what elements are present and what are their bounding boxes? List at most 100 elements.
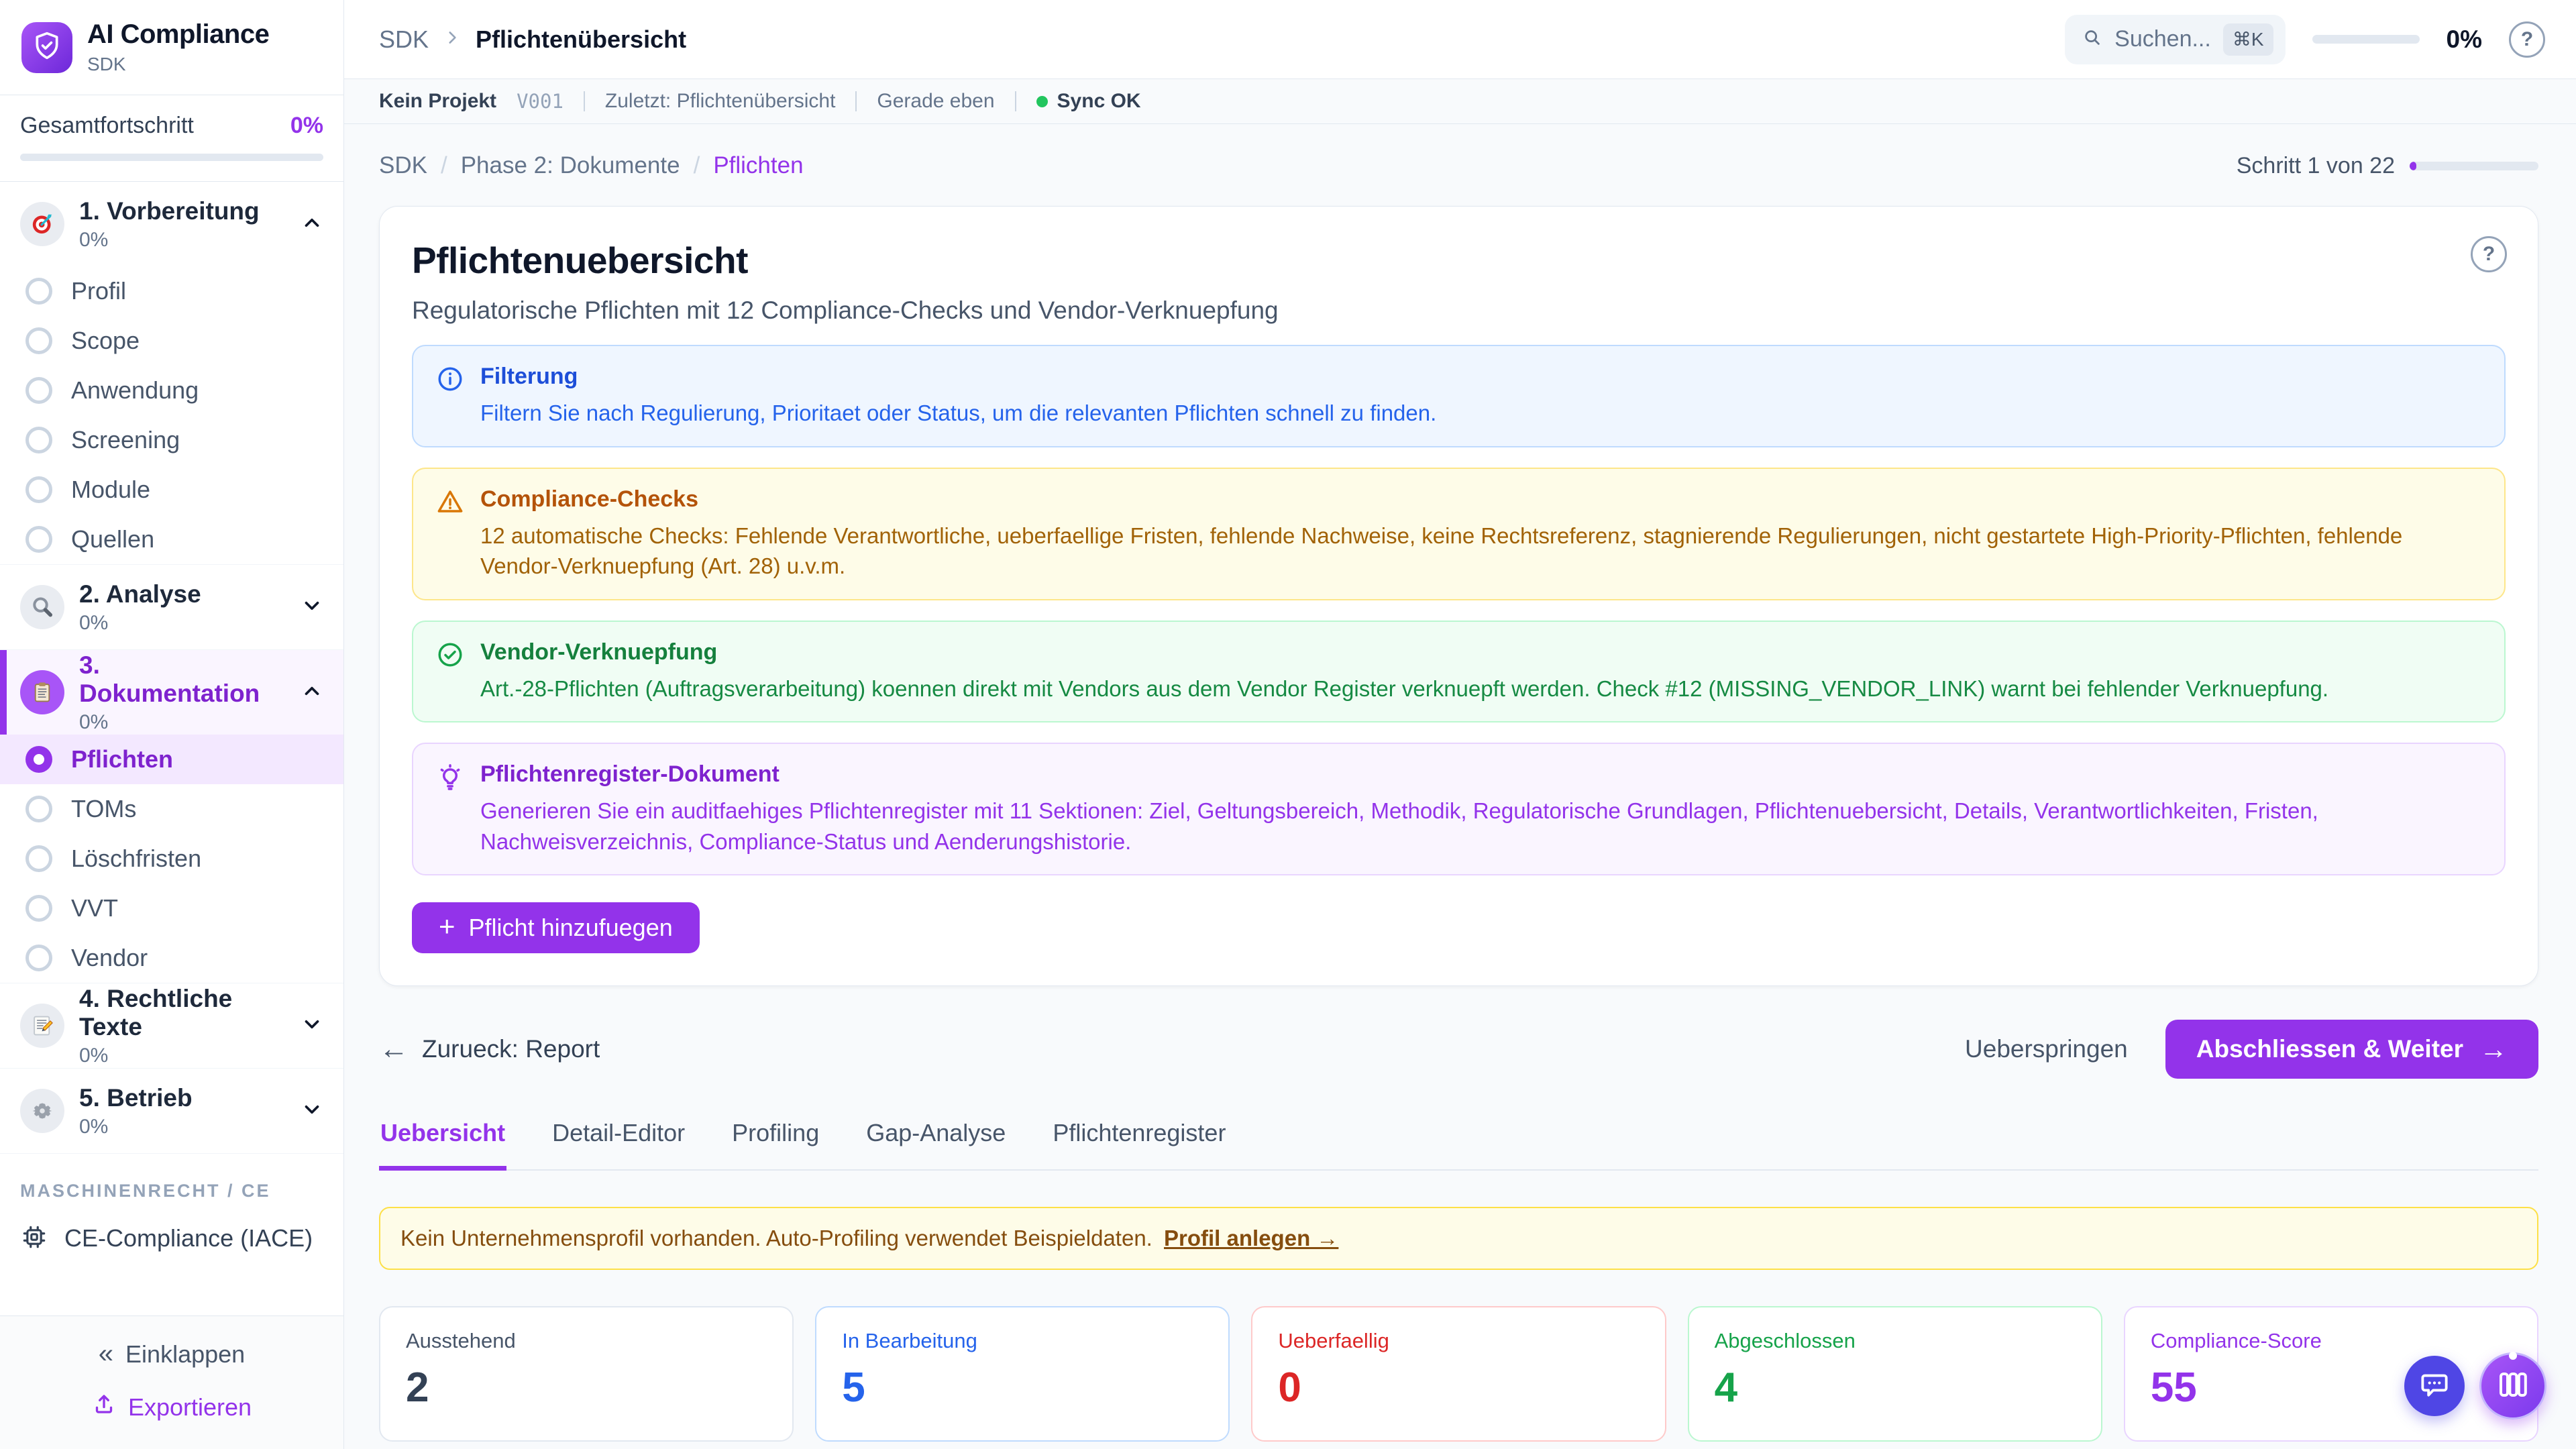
add-pflicht-button[interactable]: + Pflicht hinzufuegen <box>412 902 700 953</box>
memo-icon <box>20 1004 64 1048</box>
sidebar-item-pflichten[interactable]: Pflichten <box>0 735 343 784</box>
sync-label: Sync OK <box>1057 90 1141 113</box>
chevron-down-icon <box>301 1013 323 1039</box>
sidebar-section-analyse[interactable]: 2. Analyse 0% <box>0 565 343 649</box>
create-profile-link[interactable]: Profil anlegen → <box>1164 1226 1338 1250</box>
breadcrumb-root[interactable]: SDK <box>379 25 429 54</box>
section-pct: 0% <box>79 229 260 252</box>
card-help-icon[interactable]: ? <box>2471 236 2507 272</box>
tab-pflichtenregister[interactable]: Pflichtenregister <box>1051 1115 1227 1169</box>
sidebar: AI Compliance SDK Gesamtfortschritt 0% 1… <box>0 0 344 1449</box>
chat-bubble-icon <box>2419 1369 2450 1403</box>
radio-icon <box>25 796 52 822</box>
radio-icon <box>25 476 52 503</box>
plus-icon: + <box>439 910 455 943</box>
sidebar-item-profil[interactable]: Profil <box>0 266 343 316</box>
sidebar-group-label: MASCHINENRECHT / CE <box>0 1154 343 1212</box>
chevron-down-icon <box>301 1098 323 1124</box>
gear-icon <box>20 1089 64 1133</box>
sync-ok-dot <box>1036 96 1048 107</box>
upload-icon <box>92 1392 116 1422</box>
floating-buttons <box>2404 1352 2546 1419</box>
step-label: Schritt 1 von 22 <box>2237 153 2395 179</box>
section-title: 1. Vorbereitung <box>79 197 260 225</box>
shield-check-icon <box>32 31 62 64</box>
sidebar-item-screening[interactable]: Screening <box>0 415 343 465</box>
tab-detail-editor[interactable]: Detail-Editor <box>551 1115 686 1169</box>
radio-icon <box>25 427 52 453</box>
wizard-nav: ← Zurueck: Report Ueberspringen Abschlie… <box>379 1020 2538 1079</box>
app-title: AI Compliance <box>87 19 269 50</box>
main-area: SDK Pflichtenübersicht Suchen... ⌘K 0% ?… <box>344 0 2576 1449</box>
top-bar: SDK Pflichtenübersicht Suchen... ⌘K 0% ? <box>344 0 2576 79</box>
stat-cards: Ausstehend 2 In Bearbeitung 5 Ueberfaell… <box>379 1306 2538 1442</box>
tab-gap-analyse[interactable]: Gap-Analyse <box>865 1115 1007 1169</box>
arrow-right-icon: → <box>2479 1033 2508 1065</box>
collapse-sidebar-button[interactable]: « Einklappen <box>99 1339 245 1369</box>
sidebar-section-rechtliche-texte[interactable]: 4. Rechtliche Texte 0% <box>0 983 343 1068</box>
sidebar-item-anwendung[interactable]: Anwendung <box>0 366 343 415</box>
version-badge: V001 <box>517 90 564 113</box>
radio-icon <box>25 526 52 553</box>
chevron-up-icon <box>301 211 323 237</box>
info-icon <box>436 365 464 429</box>
stat-abgeschlossen: Abgeschlossen 4 <box>1688 1306 2102 1442</box>
section-title: 4. Rechtliche Texte <box>79 985 286 1041</box>
tab-uebersicht[interactable]: Uebersicht <box>379 1115 506 1171</box>
target-icon <box>20 202 64 246</box>
sidebar-item-vvt[interactable]: VVT <box>0 883 343 933</box>
radio-icon <box>25 845 52 872</box>
columns-icon <box>2497 1368 2529 1404</box>
breadcrumb-current: Pflichtenübersicht <box>476 25 686 54</box>
tab-bar: Uebersicht Detail-Editor Profiling Gap-A… <box>379 1115 2538 1171</box>
search-icon <box>2082 28 2102 51</box>
info-box-vendor-verknuepfung: Vendor-Verknuepfung Art.-28-Pflichten (A… <box>412 621 2506 723</box>
chevron-right-icon <box>443 29 461 50</box>
export-button[interactable]: Exportieren <box>92 1392 252 1422</box>
back-link[interactable]: ← Zurueck: Report <box>379 1032 600 1066</box>
crumb-phase[interactable]: Phase 2: Dokumente <box>461 152 680 179</box>
chat-fab-button[interactable] <box>2404 1356 2465 1416</box>
divider <box>584 91 585 111</box>
top-progress-value: 0% <box>2447 25 2482 54</box>
crumb-sdk[interactable]: SDK <box>379 152 427 179</box>
radio-icon <box>25 945 52 971</box>
overall-progress-value: 0% <box>290 113 323 139</box>
sidebar-section-betrieb[interactable]: 5. Betrieb 0% <box>0 1069 343 1153</box>
step-indicator: Schritt 1 von 22 <box>2237 153 2538 179</box>
sidebar-item-loeschfristen[interactable]: Löschfristen <box>0 834 343 883</box>
tab-profiling[interactable]: Profiling <box>731 1115 820 1169</box>
double-chevron-left-icon: « <box>99 1339 113 1369</box>
search-input[interactable]: Suchen... ⌘K <box>2065 15 2285 64</box>
sync-status: Sync OK <box>1036 90 1141 113</box>
finish-next-button[interactable]: Abschliessen & Weiter → <box>2165 1020 2538 1079</box>
help-icon[interactable]: ? <box>2509 21 2545 58</box>
section-title: 5. Betrieb <box>79 1084 193 1112</box>
last-visited: Zuletzt: Pflichtenübersicht <box>605 90 836 113</box>
sidebar-item-scope[interactable]: Scope <box>0 316 343 366</box>
app-logo <box>21 22 72 73</box>
step-progress-bar <box>2410 162 2538 170</box>
section-pct: 0% <box>79 612 201 635</box>
columns-fab-button[interactable] <box>2479 1352 2546 1419</box>
sidebar-item-toms[interactable]: TOMs <box>0 784 343 834</box>
lightbulb-icon <box>436 763 464 857</box>
app-subtitle: SDK <box>87 54 269 75</box>
sidebar-item-vendor[interactable]: Vendor <box>0 933 343 983</box>
chevron-down-icon <box>301 594 323 621</box>
divider <box>1015 91 1016 111</box>
search-placeholder: Suchen... <box>2114 26 2211 52</box>
app-header: AI Compliance SDK <box>0 0 343 95</box>
pflichten-card: ? Pflichtenuebersicht Regulatorische Pfl… <box>379 206 2538 986</box>
overall-progress-bar <box>20 154 323 161</box>
overall-progress: Gesamtfortschritt 0% <box>0 95 343 182</box>
info-box-filterung: Filterung Filtern Sie nach Regulierung, … <box>412 345 2506 447</box>
check-circle-icon <box>436 641 464 704</box>
sidebar-item-module[interactable]: Module <box>0 465 343 515</box>
skip-button[interactable]: Ueberspringen <box>1965 1035 2128 1063</box>
sidebar-section-vorbereitung[interactable]: 1. Vorbereitung 0% <box>0 182 343 266</box>
sidebar-item-ce-compliance[interactable]: CE-Compliance (IACE) <box>0 1212 343 1265</box>
overall-progress-label: Gesamtfortschritt <box>20 113 194 139</box>
sidebar-section-dokumentation[interactable]: 3. Dokumentation 0% <box>0 650 343 735</box>
sidebar-item-quellen[interactable]: Quellen <box>0 515 343 564</box>
